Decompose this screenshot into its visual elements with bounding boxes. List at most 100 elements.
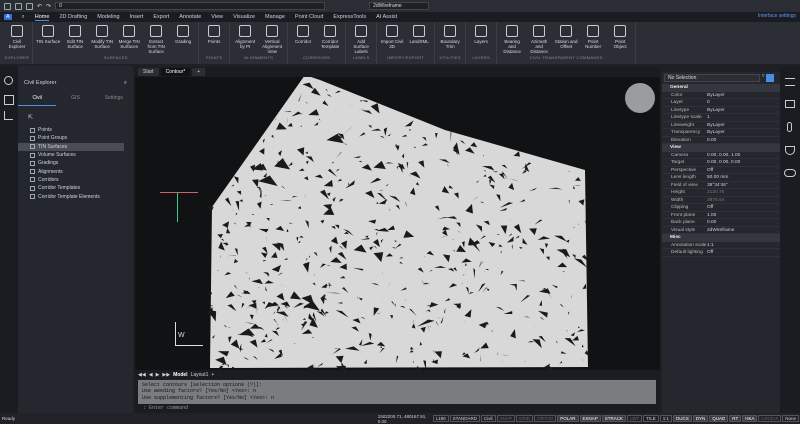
tab-manage[interactable]: Manage: [265, 14, 285, 20]
merge-tin-surfaces-button[interactable]: Merge TIN Surfaces: [117, 25, 141, 49]
points-button[interactable]: Points: [202, 25, 226, 44]
viewcube-icon[interactable]: [625, 83, 655, 113]
property-row[interactable]: Width 3875.64: [662, 197, 780, 204]
status-toggle-ortho[interactable]: ORTHO: [534, 415, 557, 422]
property-row[interactable]: Elevation 0.00: [662, 137, 780, 144]
filter-icon[interactable]: ▿: [762, 74, 764, 82]
status-toggle-polar[interactable]: POLAR: [557, 415, 579, 422]
vertical-alignment-view-button[interactable]: Vertical Alignment View: [260, 25, 284, 54]
explorer-tab-civil[interactable]: Civil: [18, 95, 57, 106]
app-menu-icon[interactable]: A: [4, 14, 12, 20]
property-row[interactable]: Back plane 0.00: [662, 219, 780, 227]
undo-icon[interactable]: ↶: [37, 3, 42, 10]
tree-item-points[interactable]: Points: [18, 126, 133, 134]
status-toggle-none[interactable]: None: [782, 415, 799, 422]
layers-button[interactable]: Layers: [469, 25, 493, 44]
search-icon[interactable]: ⌕: [124, 80, 127, 87]
tin-surface-button[interactable]: TIN Surface: [36, 25, 60, 44]
status-toggle-dyn[interactable]: DYN: [692, 415, 709, 422]
tab-2d-drafting[interactable]: 2D Drafting: [59, 14, 87, 20]
tab-visualize[interactable]: Visualize: [233, 14, 255, 20]
status-toggle-l180[interactable]: L180: [432, 415, 449, 422]
property-row[interactable]: Linetype scale 1: [662, 114, 780, 122]
extract-from-tin-surface-button[interactable]: Extract from TIN Surface: [144, 25, 168, 54]
explorer-tab-settings[interactable]: Settings: [95, 95, 133, 106]
boundary-trim-button[interactable]: Boundary Trim: [438, 25, 462, 49]
property-row[interactable]: Transparency ByLayer: [662, 129, 780, 137]
add-layout-button[interactable]: +: [211, 372, 214, 378]
selection-combo[interactable]: No Selection: [664, 74, 760, 82]
property-row[interactable]: Target 0.00, 0.00, 0.00: [662, 159, 780, 167]
search-icon[interactable]: ⌕: [22, 14, 25, 21]
select-objects-icon[interactable]: [766, 74, 775, 82]
cloud-upload-icon[interactable]: [784, 169, 796, 177]
tree-item-volume-surfaces[interactable]: Volume Surfaces: [18, 151, 133, 159]
redo-icon[interactable]: ↷: [46, 3, 51, 10]
section-general[interactable]: General: [662, 84, 780, 92]
status-toggle-ducs[interactable]: DUCS: [672, 415, 692, 422]
status-toggle-rt[interactable]: RT: [729, 415, 742, 422]
command-input[interactable]: : Enter command: [143, 405, 188, 411]
property-row[interactable]: Lens length 50.00 mm: [662, 174, 780, 182]
tab-annotate[interactable]: Annotate: [179, 14, 201, 20]
status-toggle-lwt[interactable]: LWT: [627, 415, 643, 422]
property-row[interactable]: Lineweight ByLayer: [662, 122, 780, 129]
status-toggle-snap[interactable]: SNAP: [496, 415, 515, 422]
property-row[interactable]: Color ByLayer: [662, 92, 780, 99]
point-number-button[interactable]: Point Number: [581, 25, 605, 49]
property-row[interactable]: Height 2120.75: [662, 189, 780, 197]
drawing-canvas[interactable]: W: [135, 75, 660, 376]
status-toggle-esnap[interactable]: ESNAP: [579, 415, 601, 422]
properties-icon[interactable]: [785, 78, 795, 86]
status-toggle-quad[interactable]: QUAD: [709, 415, 729, 422]
save-icon[interactable]: [4, 2, 11, 10]
tree-item-corridor-template-elements[interactable]: Corridor Template Elements: [18, 192, 133, 200]
visual-style-combo[interactable]: 2dWireframe: [369, 2, 430, 10]
tree-item-corridors[interactable]: Corridors: [18, 176, 133, 184]
trophy-icon[interactable]: [785, 146, 795, 155]
status-toggle-standard[interactable]: STANDARD: [449, 415, 481, 422]
property-row[interactable]: Front plane 1.00: [662, 212, 780, 219]
status-toggle-lockui[interactable]: LOCKUI: [758, 415, 782, 422]
lightbulb-icon[interactable]: [4, 76, 13, 85]
new-tab-button[interactable]: +: [192, 68, 206, 76]
doc-tab[interactable]: Contour*: [160, 68, 191, 76]
tab-ai-assist[interactable]: AI Assist: [376, 14, 397, 20]
tree-item-gradings[interactable]: Gradings: [18, 159, 133, 167]
tree-item-corridor-templates[interactable]: Corridor Templates: [18, 184, 133, 192]
tab-view[interactable]: View: [211, 14, 223, 20]
add-surface-labels-button[interactable]: Add Surface Labels: [349, 25, 373, 54]
layout-nav-button[interactable]: ▶▶: [162, 372, 170, 378]
property-row[interactable]: Layer 0: [662, 99, 780, 107]
layer-combo[interactable]: 0: [55, 2, 326, 10]
corridor-template-button[interactable]: Corridor Template: [318, 25, 342, 49]
property-row[interactable]: Clipping Off: [662, 204, 780, 212]
property-row[interactable]: Linetype ByLayer: [662, 107, 780, 114]
tree-item-tin-surfaces[interactable]: TIN Surfaces: [18, 142, 124, 151]
section-misc[interactable]: Misc: [662, 234, 780, 242]
tab-expresstools[interactable]: ExpressTools: [333, 14, 366, 20]
tree-item-alignments[interactable]: Alignments: [18, 167, 133, 175]
doc-tab[interactable]: Start: [138, 68, 159, 76]
corridor-button[interactable]: Corridor: [291, 25, 315, 44]
select-filter-icon[interactable]: ⇱: [18, 106, 133, 121]
layout-nav-button[interactable]: ◀: [149, 372, 153, 378]
tab-modeling[interactable]: Modeling: [97, 14, 119, 20]
property-row[interactable]: Camera 0.00, 0.00, 1.00: [662, 152, 780, 159]
attachments-icon[interactable]: [787, 122, 792, 132]
explorer-tab-gis[interactable]: GIS: [56, 95, 94, 106]
layout-nav-button[interactable]: ◀◀: [138, 372, 146, 378]
structure-tree-icon[interactable]: [4, 111, 13, 120]
bearing-and-distance-button[interactable]: Bearing and Distance: [500, 25, 524, 54]
tab-insert[interactable]: Insert: [130, 14, 144, 20]
azimuth-and-distance-button[interactable]: Azimuth and Distance: [527, 25, 551, 54]
layout-tab[interactable]: Model: [173, 372, 187, 378]
interface-settings-link[interactable]: Interface settings: [758, 13, 796, 19]
tab-home[interactable]: Home: [34, 14, 50, 21]
layout-tab[interactable]: Layout1: [191, 372, 209, 378]
alignment-by-pi-button[interactable]: Alignment by PI: [233, 25, 257, 49]
landxml-button[interactable]: LandXML: [407, 25, 431, 44]
tab-export[interactable]: Export: [153, 14, 169, 20]
status-toggle-tile[interactable]: TILE: [643, 415, 659, 422]
property-row[interactable]: Field of view 38°34'46": [662, 182, 780, 189]
